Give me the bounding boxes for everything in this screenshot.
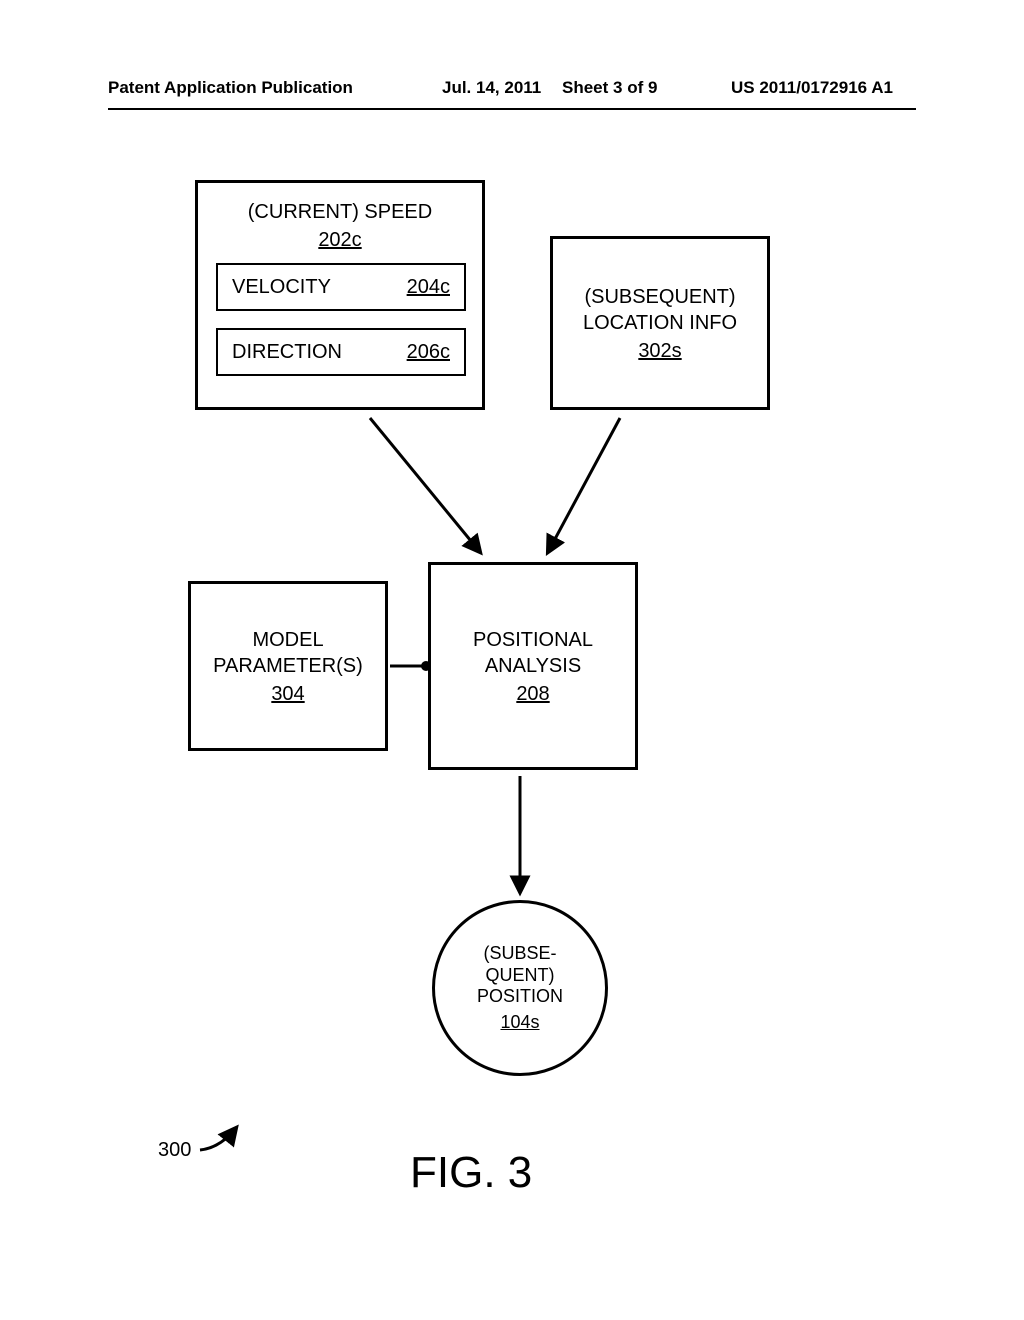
- model-params-box: MODEL PARAMETER(S) 304: [188, 581, 388, 751]
- model-title-2: PARAMETER(S): [213, 653, 363, 679]
- speed-title: (CURRENT) SPEED: [248, 199, 432, 225]
- header-pub-number: US 2011/0172916 A1: [731, 78, 893, 98]
- header-sheet: Sheet 3 of 9: [562, 78, 657, 98]
- header-date: Jul. 14, 2011: [442, 78, 541, 98]
- header-rule: [108, 108, 916, 110]
- location-info-box: (SUBSEQUENT) LOCATION INFO 302s: [550, 236, 770, 410]
- analysis-ref: 208: [516, 683, 549, 706]
- figure-caption: FIG. 3: [410, 1148, 532, 1198]
- direction-label: DIRECTION: [232, 341, 342, 364]
- position-oval: (SUBSE- QUENT) POSITION 104s: [432, 900, 608, 1076]
- page-header: Patent Application Publication Jul. 14, …: [0, 78, 1024, 108]
- location-title-1: (SUBSEQUENT): [584, 284, 735, 310]
- direction-box: DIRECTION 206c: [216, 328, 466, 376]
- velocity-label: VELOCITY: [232, 276, 331, 299]
- velocity-box: VELOCITY 204c: [216, 263, 466, 311]
- location-ref: 302s: [638, 340, 681, 363]
- model-ref: 304: [271, 683, 304, 706]
- figure-number: 300: [158, 1139, 191, 1162]
- positional-analysis-box: POSITIONAL ANALYSIS 208: [428, 562, 638, 770]
- direction-ref: 206c: [407, 341, 450, 364]
- position-line3: POSITION: [477, 986, 563, 1008]
- speed-ref: 202c: [318, 229, 361, 252]
- analysis-title-2: ANALYSIS: [485, 653, 581, 679]
- model-title-1: MODEL: [252, 627, 323, 653]
- position-ref: 104s: [500, 1012, 539, 1033]
- analysis-title-1: POSITIONAL: [473, 627, 593, 653]
- position-line1: (SUBSE-: [483, 943, 556, 965]
- position-line2: QUENT): [486, 965, 555, 987]
- header-pub-type: Patent Application Publication: [108, 78, 353, 98]
- current-speed-box: (CURRENT) SPEED 202c VELOCITY 204c DIREC…: [195, 180, 485, 410]
- velocity-ref: 204c: [407, 276, 450, 299]
- location-title-2: LOCATION INFO: [583, 310, 737, 336]
